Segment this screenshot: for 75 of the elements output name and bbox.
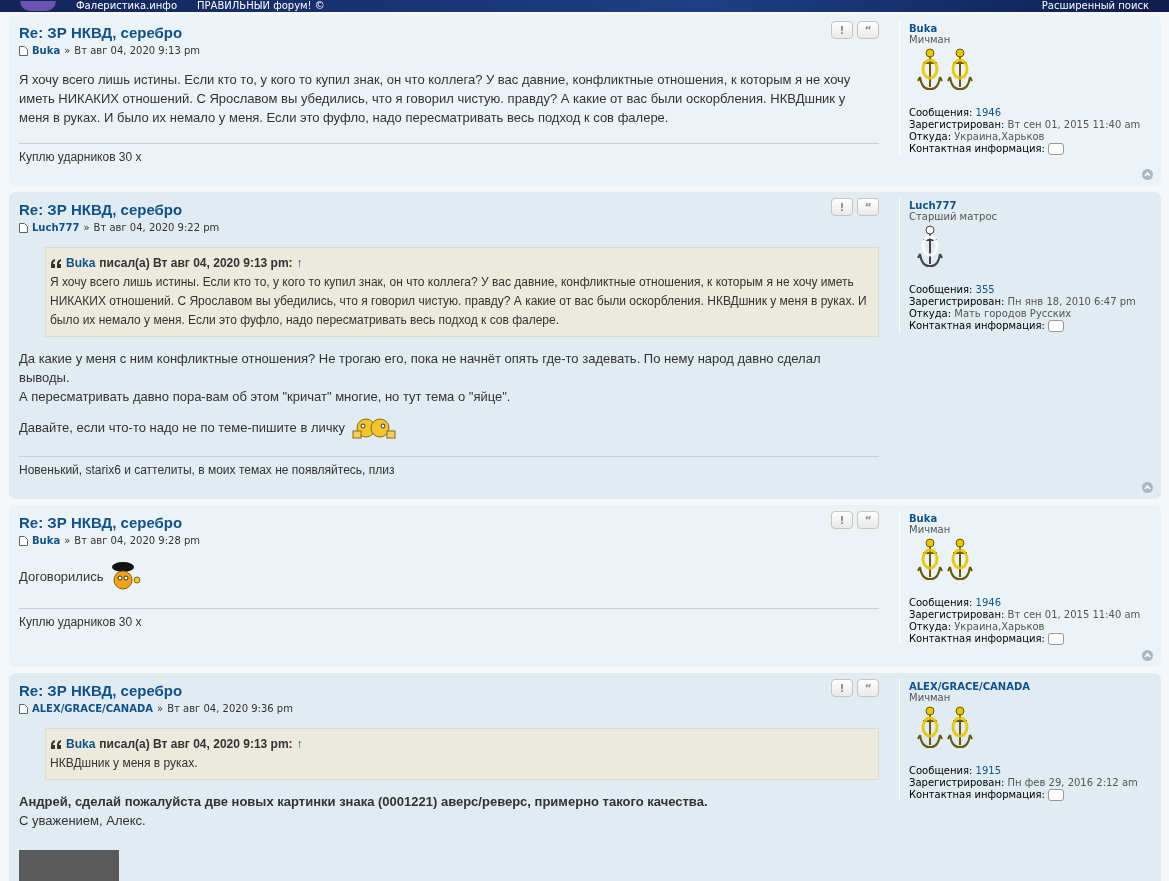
advanced-search-link[interactable]: Расширенный поиск bbox=[1041, 1, 1149, 11]
post-text: Договорились bbox=[19, 567, 104, 586]
profile-field: Сообщения: 1946 bbox=[909, 597, 1149, 609]
profile-username-link[interactable]: Buka bbox=[909, 513, 1149, 524]
post-text: Давайте, если что-то надо не по теме-пишите в личку bbox=[19, 418, 345, 437]
separator: » bbox=[64, 45, 71, 56]
profile-field: Сообщения: 1915 bbox=[909, 765, 1149, 777]
profile-field: Контактная информация: bbox=[909, 633, 1149, 645]
post-text: Да какие у меня с ним конфликтные отношения? Не трогаю его, пока не начнёт опять где-то задевать. По нему народ давно сделал выводы. bbox=[19, 350, 822, 387]
author-link[interactable]: Buka bbox=[32, 45, 61, 56]
site-name-link[interactable]: Фалеристика.инфо bbox=[76, 1, 177, 11]
profile-field: Контактная информация: bbox=[909, 143, 1149, 155]
profile-field: Зарегистрирован: Вт сен 01, 2015 11:40 am bbox=[909, 119, 1149, 131]
post-date: Вт авг 04, 2020 9:13 pm bbox=[74, 45, 201, 56]
profile-username-link[interactable]: ALEX/GRACE/CANADA bbox=[909, 681, 1149, 692]
quote-header: писал(а) Вт авг 04, 2020 9:13 pm: bbox=[99, 736, 293, 753]
profile-username-link[interactable]: Luch777 bbox=[909, 200, 1149, 211]
speech-bubble-icon[interactable] bbox=[1048, 143, 1065, 155]
separator: » bbox=[83, 222, 90, 233]
profile-field: Зарегистрирован: Вт сен 01, 2015 11:40 am bbox=[909, 609, 1149, 621]
post-text: Я хочу всего лишь истины. Если кто то, у кого то купил знак, он что коллега? У вас давние, конфликтные отношения, к которым я не хочу иметь НИКАКИХ отношений. С Ярославом вы убедились, что я говорил чистую. правду? А какие от вас были оскорбления. НКВДшник у меня в руках. И было их немало у меня. Если это фуфло, надо пересматривать весь подход к сов фалере. bbox=[19, 71, 852, 127]
profile-field: Откуда: Украина,Харьков bbox=[909, 131, 1149, 143]
speech-bubble-icon[interactable] bbox=[1048, 633, 1065, 645]
site-slogan: ПРАВИЛЬНЫЙ форум! © bbox=[197, 1, 325, 11]
user-rank: Мичман bbox=[909, 692, 952, 703]
separator: » bbox=[64, 535, 71, 546]
back-to-top-button[interactable] bbox=[1142, 650, 1153, 661]
post-text: С уважением, Алекс. bbox=[19, 812, 147, 830]
quote-author-link[interactable]: Buka bbox=[66, 254, 96, 273]
profile-field: Контактная информация: bbox=[909, 320, 1149, 332]
jump-to-post-link[interactable]: ↑ bbox=[296, 254, 303, 273]
signature: Куплю ударников 30 х bbox=[19, 150, 142, 164]
post-icon bbox=[19, 45, 28, 56]
smiley-with-cap-icon bbox=[109, 560, 144, 592]
post-title[interactable]: Re: ЗР НКВД, серебро bbox=[19, 511, 831, 531]
speech-bubble-icon[interactable] bbox=[1048, 789, 1065, 801]
signature: Новенький, starix6 и саттелиты, в моих темах не появляйтесь, плиз bbox=[19, 463, 395, 477]
author-link[interactable]: Luch777 bbox=[32, 222, 80, 233]
profile-username-link[interactable]: Buka bbox=[909, 23, 1149, 34]
post-title[interactable]: Re: ЗР НКВД, серебро bbox=[19, 21, 831, 41]
quote-header: писал(а) Вт авг 04, 2020 9:13 pm: bbox=[99, 255, 293, 272]
post-icon bbox=[19, 703, 28, 714]
jump-to-post-link[interactable]: ↑ bbox=[296, 735, 303, 754]
post-icon bbox=[19, 222, 28, 233]
profile-field: Откуда: Украина,Харьков bbox=[909, 621, 1149, 633]
user-rank: Старший матрос bbox=[909, 211, 999, 222]
post-text: Андрей, сделай пожалуйста две новых картинки знака (0001221) аверс/реверс, примерно такого качества. bbox=[19, 793, 709, 811]
back-to-top-button[interactable] bbox=[1142, 482, 1153, 493]
profile-field: Сообщения: 1946 bbox=[909, 107, 1149, 119]
post-title[interactable]: Re: ЗР НКВД, серебро bbox=[19, 198, 831, 218]
user-rank: Мичман bbox=[909, 524, 952, 535]
post-date: Вт авг 04, 2020 9:28 pm bbox=[74, 535, 201, 546]
post-icon bbox=[19, 535, 28, 546]
signature: Куплю ударников 30 х bbox=[19, 615, 142, 629]
user-rank: Мичман bbox=[909, 34, 952, 45]
logo-icon[interactable] bbox=[20, 1, 56, 11]
quote-mark-icon bbox=[50, 259, 62, 268]
post-date: Вт авг 04, 2020 9:22 pm bbox=[93, 222, 220, 233]
separator: » bbox=[157, 703, 164, 714]
author-link[interactable]: ALEX/GRACE/CANADA bbox=[32, 703, 153, 714]
profile-field: Сообщения: 355 bbox=[909, 284, 1149, 296]
profile-field: Откуда: Мать городов Русских bbox=[909, 308, 1149, 320]
speech-bubble-icon[interactable] bbox=[1048, 320, 1065, 332]
profile-field: Контактная информация: bbox=[909, 789, 1149, 801]
post-text: А пересматривать давно пора-вам об этом "кричат" многие, но тут тема о "яйце". bbox=[19, 388, 512, 406]
quote-text: Я хочу всего лишь истины. Если кто то, у кого то купил знак, он что коллега? У вас давние, конфликтные отношения, к которым я не хочу иметь НИКАКИХ отношений. С Ярославом вы убедились, что я говорил чистую. правду? А какие от вас были оскорбления. НКВДшник у меня в руках. И было их немало у меня. Если это фуфло, надо пересматривать весь подход к сов фалере. bbox=[50, 274, 868, 329]
author-link[interactable]: Buka bbox=[32, 535, 61, 546]
quote-mark-icon bbox=[50, 740, 62, 749]
back-to-top-button[interactable] bbox=[1142, 169, 1153, 180]
quote-author-link[interactable]: Buka bbox=[66, 735, 96, 754]
profile-field: Зарегистрирован: Пн янв 18, 2010 6:47 pm bbox=[909, 296, 1149, 308]
post-date: Вт авг 04, 2020 9:36 pm bbox=[167, 703, 293, 714]
quote-text: НКВДшник у меня в руках. bbox=[50, 755, 199, 772]
post-title[interactable]: Re: ЗР НКВД, серебро bbox=[19, 679, 831, 699]
profile-field: Зарегистрирован: Пн фев 29, 2016 2:12 am bbox=[909, 777, 1149, 789]
